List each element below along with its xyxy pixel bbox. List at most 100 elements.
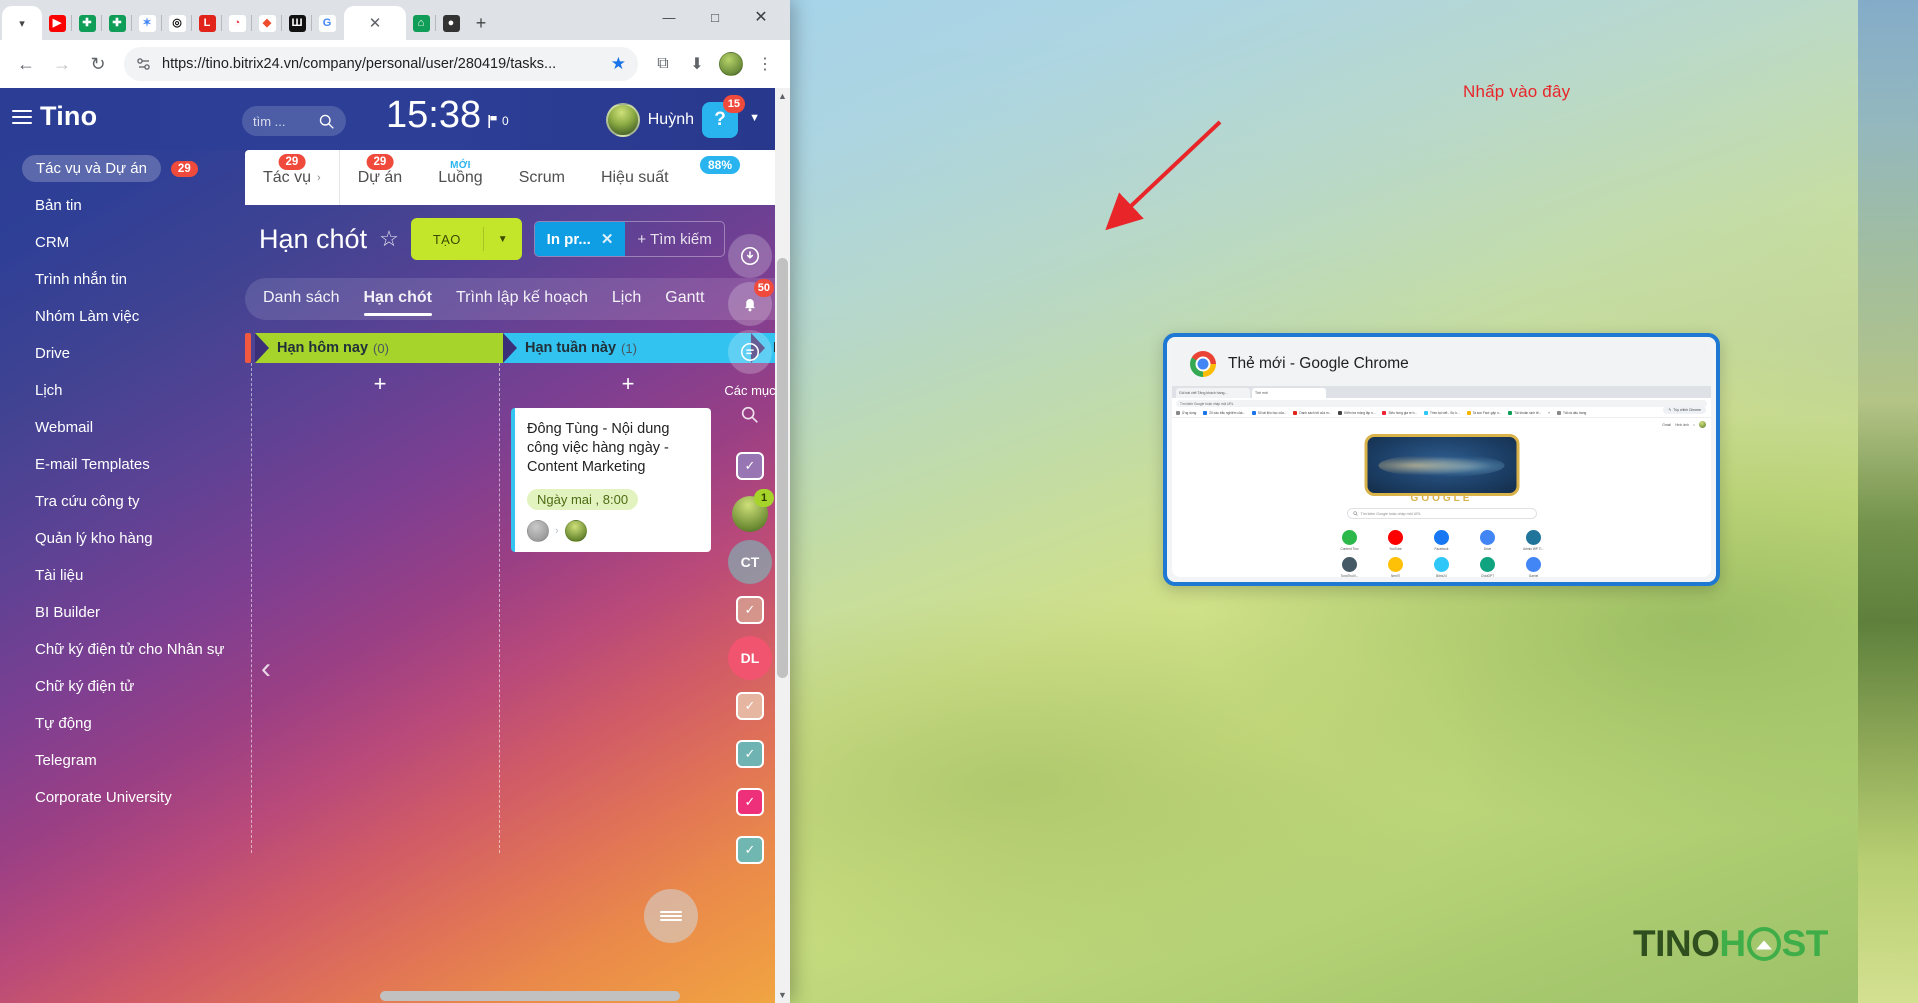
close-icon[interactable]: ✕ (601, 230, 614, 248)
portal-logo[interactable]: Tino (40, 101, 97, 132)
pinned-tab-sheets[interactable]: ✚ (71, 6, 102, 40)
extensions-icon[interactable]: ⧉ (648, 49, 678, 79)
page-horizontal-scrollbar[interactable] (380, 989, 770, 1003)
pinned-tab-sheets-2[interactable]: ✚ (101, 6, 132, 40)
sidebar-item-esign-hr[interactable]: Chữ ký điện tử cho Nhân sự (0, 631, 245, 668)
active-tab[interactable]: ✕ (344, 6, 406, 40)
chrome-window-preview[interactable]: Thẻ mới - Google Chrome Gói bài viết Tăn… (1163, 333, 1720, 586)
back-icon[interactable]: ← (10, 48, 42, 80)
sidebar-item-drive[interactable]: Drive (0, 335, 245, 372)
bookmark-star-icon[interactable]: ★ (611, 54, 626, 74)
pinned-tab-notion[interactable]: Ш (281, 6, 312, 40)
sidebar-item-documents[interactable]: Tài liệu (0, 557, 245, 594)
sidebar-item-automation[interactable]: Tự động (0, 705, 245, 742)
pinned-tab-openai[interactable]: ◎ (161, 6, 192, 40)
close-window-button[interactable]: ✕ (738, 2, 784, 32)
task-card[interactable]: Đông Tùng - Nội dung công việc hàng ngày… (511, 408, 711, 553)
scrollbar-thumb[interactable] (380, 991, 680, 1001)
user-avatar-icon[interactable]: 1 (728, 489, 774, 536)
task-check-icon[interactable]: ✓ (728, 732, 772, 776)
close-icon[interactable]: ✕ (369, 14, 382, 32)
favorite-star-icon[interactable]: ☆ (379, 226, 399, 252)
pinned-tab-youtube[interactable]: ▶ (42, 6, 72, 40)
tab-scrum[interactable]: Scrum (501, 150, 583, 205)
user-menu[interactable]: Huỳnh ? 15 (605, 95, 745, 138)
new-tab-button[interactable]: + (466, 6, 496, 40)
floating-action-button[interactable] (644, 889, 698, 943)
create-task-button[interactable]: TẠO ▼ (410, 218, 522, 260)
search-icon[interactable] (739, 404, 761, 426)
task-check-icon[interactable]: ✓ (728, 444, 772, 488)
sidebar-item-workgroups[interactable]: Nhóm Làm việc (0, 298, 245, 335)
pinned-tab-lazada[interactable]: L (191, 6, 222, 40)
filter-bar[interactable]: In pr... ✕ + Tìm kiếm (533, 221, 725, 257)
avatar[interactable] (527, 520, 549, 543)
pinned-tab-bitrix[interactable]: ⌂ (406, 6, 436, 40)
hamburger-menu-icon[interactable] (12, 110, 32, 128)
recent-items-group[interactable]: Các mục (724, 378, 776, 426)
tab-flow[interactable]: MỚI Luồng (420, 150, 501, 205)
dl-initials-icon[interactable]: DL (728, 636, 772, 680)
reload-icon[interactable]: ↻ (82, 48, 114, 80)
bell-icon[interactable]: 50 (728, 279, 774, 326)
sidebar-item-calendar[interactable]: Lịch (0, 372, 245, 409)
sidebar-item-messenger[interactable]: Trình nhắn tin (0, 261, 245, 298)
sidebar-item-inventory[interactable]: Quản lý kho hàng (0, 520, 245, 557)
sidebar-item-webmail[interactable]: Webmail (0, 409, 245, 446)
clock[interactable]: 15:38 (386, 94, 481, 137)
sidebar-item-bi-builder[interactable]: BI Builder (0, 594, 245, 631)
sidebar-item-email-templates[interactable]: E-mail Templates (0, 446, 245, 483)
subtab-planner[interactable]: Trình lập kế hoạch (456, 289, 588, 309)
subtab-deadline[interactable]: Hạn chót (363, 289, 433, 316)
page-vertical-scrollbar[interactable]: ▲ ▼ (775, 88, 790, 1003)
help-button[interactable]: ? 15 (702, 95, 745, 138)
sidebar-item-tasks-projects[interactable]: Tác vụ và Dự án 29 (0, 150, 245, 187)
tab-performance[interactable]: Hiệu suất (583, 150, 687, 205)
profile-avatar[interactable] (716, 49, 746, 79)
task-check-icon[interactable]: ✓ (728, 588, 772, 632)
add-task-button[interactable]: + (255, 371, 505, 397)
ct-initials-icon[interactable]: CT (728, 540, 772, 584)
sidebar-item-corporate-university[interactable]: Corporate University (0, 779, 245, 816)
chevron-right-icon[interactable]: › (317, 172, 321, 184)
tab-search-dropdown-icon[interactable]: ▾ (2, 6, 42, 40)
scroll-down-icon[interactable]: ▼ (775, 987, 790, 1003)
pinned-tab-chrome-canary[interactable]: ● (435, 6, 466, 40)
maximize-button[interactable]: □ (692, 2, 738, 32)
task-check-icon[interactable]: ✓ (728, 684, 772, 728)
sidebar-item-news[interactable]: Bản tin (0, 187, 245, 224)
pinned-tab-shopee[interactable]: ◆ (251, 6, 282, 40)
address-bar[interactable]: https://tino.bitrix24.vn/company/persona… (124, 47, 638, 81)
filter-search-label[interactable]: + Tìm kiếm (625, 231, 723, 248)
search-input[interactable]: tìm ... (242, 106, 346, 136)
sidebar-item-esign[interactable]: Chữ ký điện tử (0, 668, 245, 705)
chat-icon[interactable] (728, 330, 772, 374)
sidebar-item-telegram[interactable]: Telegram (0, 742, 245, 779)
task-check-icon[interactable]: ✓ (728, 828, 772, 872)
scrollbar-thumb[interactable] (777, 258, 788, 678)
column-header[interactable]: Hạn hôm nay (0) (255, 333, 505, 363)
chrome-menu-icon[interactable]: ⋮ (750, 49, 780, 79)
pinned-tab-canva[interactable]: ◔ (221, 6, 252, 40)
tab-tasks[interactable]: 29 Tác vụ › (245, 150, 339, 205)
subtab-gantt[interactable]: Gantt (665, 289, 704, 309)
pinned-tab-google[interactable]: G (311, 6, 342, 40)
chevron-down-icon[interactable]: ▼ (484, 218, 522, 260)
flag-counter[interactable]: 0 (488, 114, 509, 128)
subtab-calendar[interactable]: Lịch (612, 289, 641, 309)
minimize-button[interactable]: — (646, 2, 692, 32)
subtab-list[interactable]: Danh sách (263, 289, 340, 309)
column-header[interactable]: Hạn tuần này (1) (503, 333, 753, 363)
tab-projects[interactable]: 29 Dự án (338, 150, 421, 205)
chevron-down-icon[interactable]: ▼ (749, 112, 760, 124)
site-info-icon[interactable] (136, 56, 152, 72)
avatar[interactable] (564, 520, 587, 543)
collapse-panel-button[interactable]: ‹ (250, 652, 282, 685)
rocket-icon[interactable] (728, 234, 772, 278)
pinned-tab-gemini[interactable]: ✶ (131, 6, 162, 40)
filter-chip-in-progress[interactable]: In pr... ✕ (534, 222, 626, 256)
forward-icon[interactable]: → (46, 48, 78, 80)
downloads-icon[interactable]: ⬇ (682, 49, 712, 79)
sidebar-item-company-lookup[interactable]: Tra cứu công ty (0, 483, 245, 520)
task-check-icon[interactable]: ✓ (728, 780, 772, 824)
